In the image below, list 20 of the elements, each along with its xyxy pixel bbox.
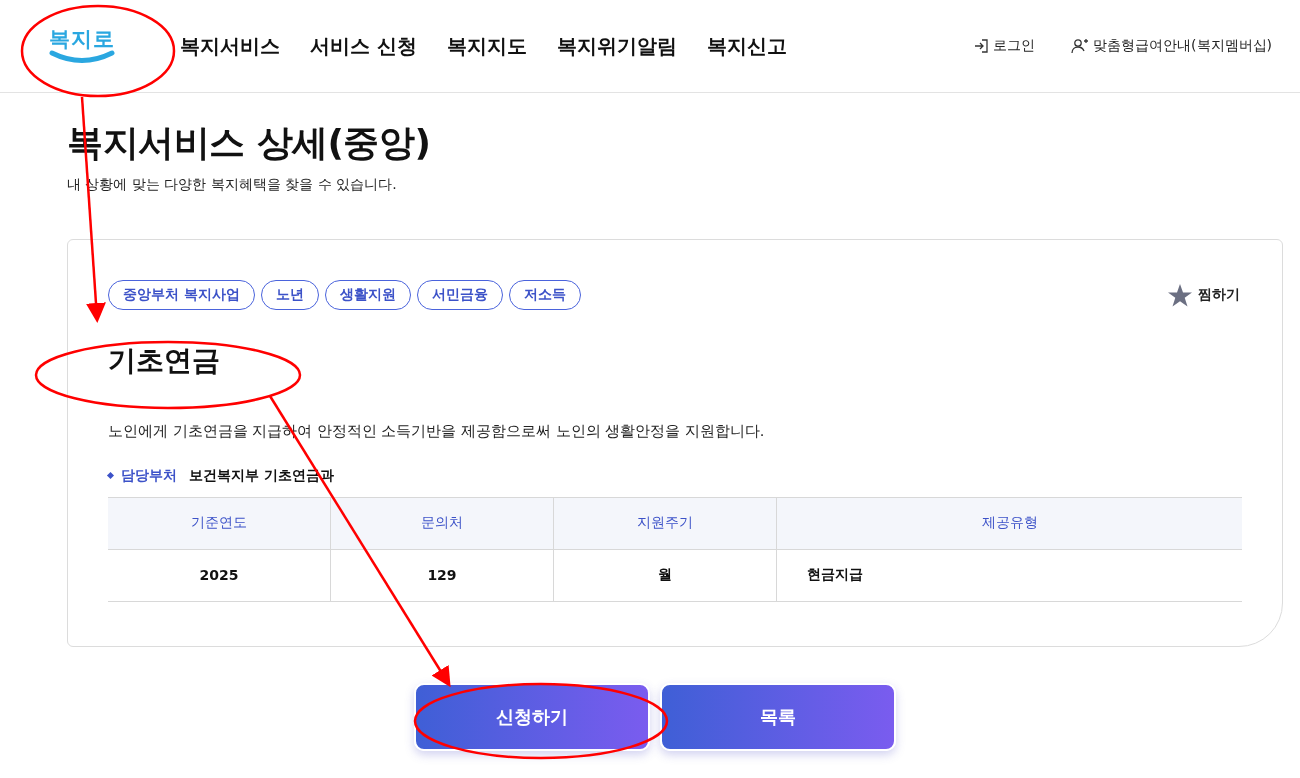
table-cell: 월 xyxy=(553,549,777,602)
table-cell: 129 xyxy=(330,549,554,602)
apply-button[interactable]: 신청하기 xyxy=(414,683,650,752)
nav-link[interactable]: 복지위기알림 xyxy=(556,32,677,60)
nav-link[interactable]: 복지지도 xyxy=(446,32,527,60)
nav-link[interactable]: 복지서비스 xyxy=(180,32,280,60)
column-header: 제공유형 xyxy=(776,497,1242,550)
column-header: 지원주기 xyxy=(553,497,777,550)
membership-link[interactable]: 맞춤형급여안내(복지멤버십) xyxy=(1071,37,1272,55)
login-link[interactable]: 로그인 xyxy=(973,37,1036,55)
nav-link[interactable]: 서비스 신청 xyxy=(310,32,417,60)
favorite-button[interactable]: 찜하기 xyxy=(1168,283,1240,307)
table-cell: 2025 xyxy=(108,549,331,602)
column-header: 기준연도 xyxy=(108,497,331,550)
department-label: 담당부처 xyxy=(108,466,177,485)
table-cell: 현금지급 xyxy=(776,549,1242,602)
nav-link[interactable]: 복지신고 xyxy=(706,32,787,60)
service-name: 기초연금 xyxy=(108,344,221,378)
column-header: 문의처 xyxy=(330,497,554,550)
list-button[interactable]: 목록 xyxy=(660,683,896,752)
